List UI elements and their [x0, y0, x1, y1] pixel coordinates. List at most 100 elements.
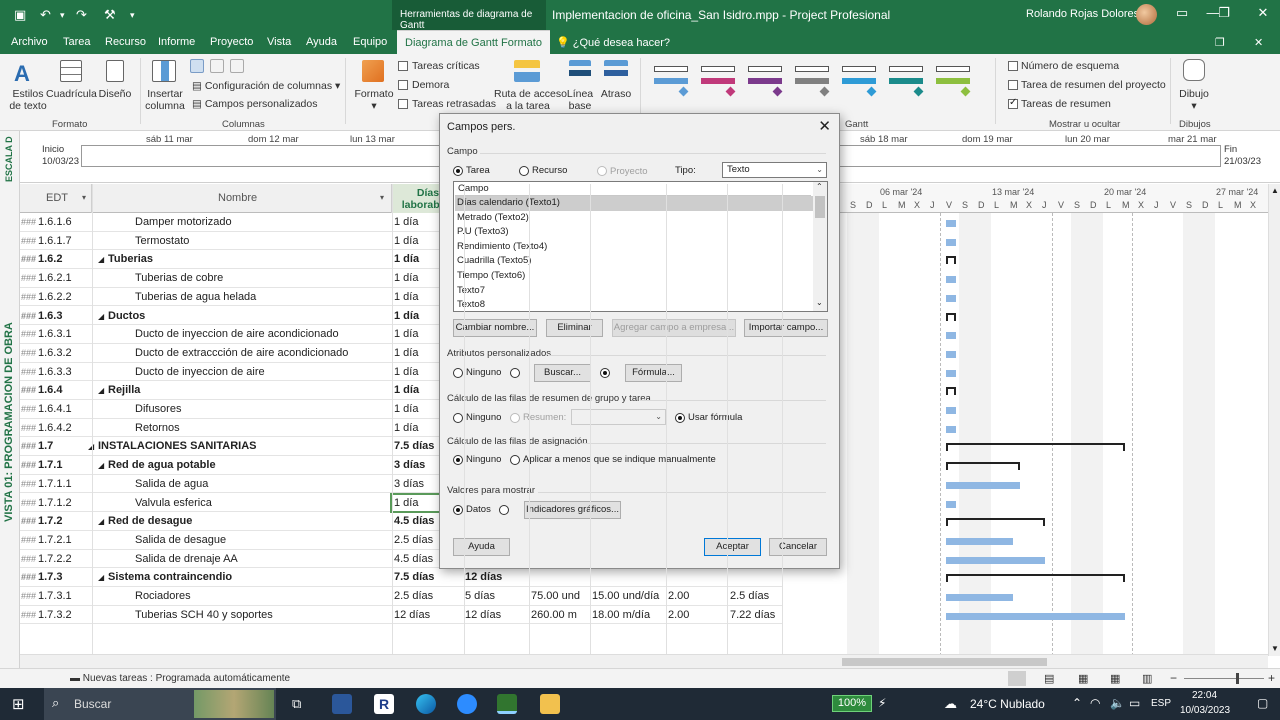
- edt-cell[interactable]: 1.7.3: [38, 571, 62, 583]
- working-days-cell[interactable]: 1 día: [394, 403, 418, 415]
- clock-time[interactable]: 22:04: [1192, 690, 1217, 701]
- roll-down-radio[interactable]: [510, 455, 520, 465]
- recurso-radio[interactable]: [519, 166, 529, 176]
- file-explorer-icon[interactable]: [540, 694, 560, 714]
- collapse-icon[interactable]: ◢: [98, 461, 104, 470]
- working-days-cell[interactable]: 1 día: [394, 216, 418, 228]
- late-tasks-checkbox[interactable]: [398, 99, 408, 109]
- taskbar-search[interactable]: ⌕ Buscar: [44, 688, 276, 720]
- working-days-cell[interactable]: 1 día: [394, 422, 418, 434]
- task-name-cell[interactable]: Red de agua potable: [108, 459, 216, 471]
- import-field-button[interactable]: Importar campo...: [744, 319, 828, 337]
- working-days-cell[interactable]: 3 días: [394, 478, 424, 490]
- edt-cell[interactable]: 1.6.1.7: [38, 235, 72, 247]
- menu-archivo[interactable]: Archivo: [11, 36, 48, 48]
- menu-tarea[interactable]: Tarea: [63, 36, 91, 48]
- field-list-item[interactable]: P.U (Texto3): [455, 225, 813, 240]
- edt-cell[interactable]: 1.7.3.1: [38, 590, 72, 602]
- working-days-cell[interactable]: 1 día: [394, 366, 418, 378]
- attributes-formula-radio[interactable]: [600, 368, 610, 378]
- summary-rollup-radio[interactable]: [510, 413, 520, 423]
- task-name-cell[interactable]: Red de desague: [108, 515, 192, 527]
- gantt-task-bar[interactable]: [946, 407, 957, 414]
- graphical-indicators-button[interactable]: Indicadores gráficos...: [524, 501, 621, 519]
- extra-cell[interactable]: 260.00 m: [531, 609, 577, 621]
- attributes-none-radio[interactable]: [453, 368, 463, 378]
- task-path-button[interactable]: Ruta de acceso a la tarea: [494, 88, 567, 112]
- gantt-summary-bar[interactable]: [946, 256, 957, 265]
- show-hidden-icons-icon[interactable]: ⌃: [1072, 696, 1082, 710]
- edt-cell[interactable]: 1.6.1.6: [38, 216, 72, 228]
- gantt-task-bar[interactable]: [946, 238, 957, 246]
- field-list-scrollbar[interactable]: ⌃ ⌄: [813, 182, 827, 311]
- insert-column-button[interactable]: Insertar columna: [142, 88, 188, 112]
- menu-ayuda[interactable]: Ayuda: [306, 36, 337, 48]
- new-tasks-status[interactable]: ▬ Nuevas tareas : Programada automáticam…: [70, 673, 290, 684]
- task-name-cell[interactable]: Salida de agua: [135, 478, 208, 490]
- task-name-cell[interactable]: Ducto de inyeccion de aire: [135, 366, 265, 378]
- working-days-cell[interactable]: 1 día: [394, 253, 419, 265]
- dialog-close-icon[interactable]: ✕: [818, 117, 831, 135]
- word-icon[interactable]: [332, 694, 352, 714]
- weather-status[interactable]: 24°C Nublado: [970, 697, 1045, 711]
- restore-icon[interactable]: ❐: [1214, 5, 1234, 21]
- task-name-cell[interactable]: Ductos: [108, 310, 145, 322]
- slippage-button[interactable]: Atraso: [598, 88, 634, 100]
- field-list[interactable]: Campo Días calendario (Texto1) Metrado (T…: [453, 181, 828, 312]
- working-days-cell[interactable]: 1 día: [394, 328, 418, 340]
- zoom-out-icon[interactable]: −: [1170, 671, 1177, 685]
- rename-button[interactable]: Cambiar nombre...: [453, 319, 537, 337]
- edt-cell[interactable]: 1.7.3.2: [38, 609, 72, 621]
- name-column-header[interactable]: Nombre ▾: [92, 184, 392, 213]
- undo-icon[interactable]: ↶: [40, 7, 51, 23]
- formula-button[interactable]: Fórmula...: [625, 364, 682, 382]
- task-name-cell[interactable]: Ducto de extraccción de aire acondiciona…: [135, 347, 348, 359]
- drawing-button[interactable]: Dibujo ▾: [1174, 88, 1214, 112]
- gantt-chart[interactable]: [840, 213, 1268, 656]
- task-name-cell[interactable]: Tuberias: [108, 253, 153, 265]
- working-days-cell[interactable]: 4.5 días: [394, 553, 433, 565]
- gantt-task-bar[interactable]: [946, 276, 957, 284]
- task-name-cell[interactable]: Rociadores: [135, 590, 191, 602]
- collapse-icon[interactable]: ◢: [98, 517, 104, 526]
- edt-cell[interactable]: 1.7: [38, 440, 53, 452]
- project-app-icon[interactable]: [497, 694, 517, 714]
- summary-tasks-checkbox[interactable]: [1008, 97, 1018, 109]
- notifications-icon[interactable]: ▢: [1257, 696, 1268, 710]
- report-icon[interactable]: ▥: [1142, 672, 1152, 685]
- table-row[interactable]: ### 1.7.3.1 Rociadores 2.5 días 5 días 75.00 …: [20, 587, 782, 606]
- gantt-style-1[interactable]: [652, 64, 692, 98]
- task-view-icon[interactable]: ⧉: [292, 696, 301, 712]
- edt-cell[interactable]: 1.6.4: [38, 384, 62, 396]
- restore-window-icon[interactable]: ❐: [1215, 36, 1225, 49]
- task-name-cell[interactable]: Termostato: [135, 235, 189, 247]
- text-styles-button[interactable]: Estilos de texto: [8, 88, 48, 112]
- wifi-icon[interactable]: ◠: [1090, 696, 1100, 710]
- task-name-cell[interactable]: Ducto de inyeccion de aire acondicionado: [135, 328, 339, 340]
- gantt-task-bar[interactable]: [946, 594, 1014, 601]
- gantt-style-4[interactable]: [793, 64, 833, 98]
- table-horizontal-scrollbar[interactable]: [20, 654, 832, 668]
- working-days-cell[interactable]: 7.5 días: [394, 440, 434, 452]
- align-left-icon[interactable]: [190, 59, 204, 73]
- tarea-radio[interactable]: [453, 166, 463, 176]
- task-name-cell[interactable]: Salida de drenaje AA: [135, 553, 238, 565]
- ribbon-display-icon[interactable]: ▭: [1172, 5, 1192, 21]
- table-row[interactable]: ### 1.7.3.2 Tuberias SCH 40 y soportes 12 d…: [20, 606, 782, 625]
- extra-cell[interactable]: 12 días: [465, 571, 502, 583]
- touch-mode-icon[interactable]: ⚒: [104, 7, 116, 23]
- extra-cell[interactable]: 2.00: [668, 609, 689, 621]
- gantt-summary-bar[interactable]: [946, 574, 1126, 583]
- customize-quick-access-icon[interactable]: ▾: [130, 10, 135, 21]
- working-days-cell[interactable]: 4.5 días: [394, 515, 434, 527]
- save-icon[interactable]: ▣: [14, 7, 26, 23]
- working-days-cell[interactable]: 7.5 días: [394, 571, 434, 583]
- format-button[interactable]: Formato ▾: [352, 88, 396, 112]
- extra-cell[interactable]: 7.22 días: [730, 609, 775, 621]
- working-days-cell[interactable]: 2.5 días: [394, 534, 433, 546]
- edt-cell[interactable]: 1.6.4.2: [38, 422, 72, 434]
- baseline-button[interactable]: Línea base: [562, 88, 598, 112]
- rollup-select[interactable]: ⌄: [571, 409, 666, 425]
- slack-checkbox[interactable]: [398, 80, 408, 90]
- edt-cell[interactable]: 1.6.3.3: [38, 366, 72, 378]
